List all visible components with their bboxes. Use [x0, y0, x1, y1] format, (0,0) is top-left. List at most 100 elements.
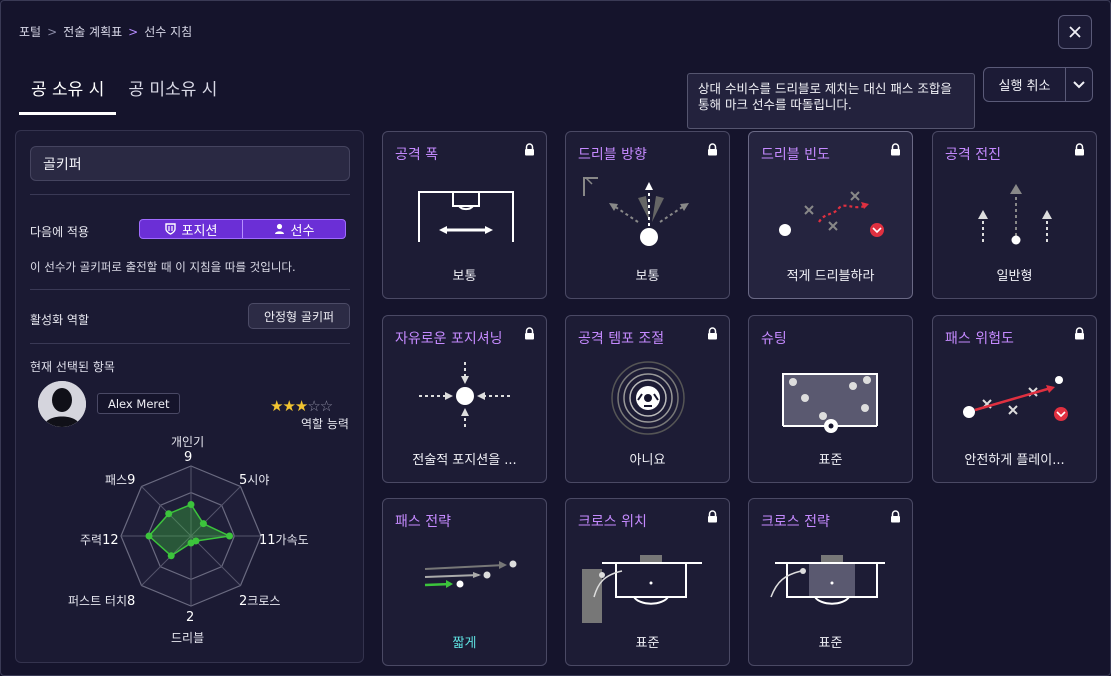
card-value: 표준 [635, 636, 660, 651]
radar-value-technique: 9 [184, 450, 193, 465]
apply-toggle: 포지션 선수 [139, 219, 346, 239]
radar-point-1 [199, 520, 207, 528]
role-ability-stars: ★★★☆☆ [270, 397, 333, 415]
lock-icon [708, 143, 717, 156]
lock-icon [708, 327, 717, 340]
card-value: 일반형 [996, 269, 1033, 284]
apply-position-option[interactable]: 포지션 [140, 220, 242, 238]
lock-icon [708, 510, 717, 523]
card-value: 짧게 [452, 636, 477, 651]
role-ability-label: 역할 능력 [301, 417, 349, 431]
dribble-frequency-diagram [779, 191, 884, 237]
card-dribble-direction[interactable]: 드리블 방향 보통 [565, 131, 730, 299]
cross-strategy-diagram [770, 555, 885, 605]
passing-risk-diagram [963, 376, 1068, 421]
undo-dropdown[interactable] [1066, 68, 1092, 101]
person-icon [274, 223, 284, 234]
shooting-diagram [782, 373, 878, 433]
apply-player-label: 선수 [290, 223, 315, 239]
card-title: 자유로운 포지셔닝 [395, 331, 503, 347]
card-title: 패스 위험도 [945, 331, 1014, 347]
free-positioning-diagram [419, 362, 511, 430]
radar-point-0 [187, 501, 195, 508]
chevron-right-icon: > [128, 24, 139, 39]
active-role-label: 활성화 역할 [30, 313, 90, 327]
breadcrumb-portal[interactable]: 포털 [19, 23, 41, 40]
radar-label-acceleration: 11가속도 [259, 533, 309, 548]
card-value: 보통 [452, 269, 477, 284]
card-title: 드리블 빈도 [761, 147, 830, 163]
active-role-button[interactable]: 안정형 골키퍼 [248, 303, 350, 329]
attacking-progression-diagram [978, 184, 1052, 245]
divider [30, 194, 350, 195]
lock-icon [1075, 327, 1084, 340]
card-passing-strategy[interactable]: 패스 전략 짧게 [382, 498, 547, 666]
card-value: 적게 드리블하라 [786, 269, 875, 284]
card-title: 슈팅 [761, 331, 787, 347]
card-value: 아니요 [629, 453, 666, 468]
radar-label-vision: 5시야 [239, 473, 270, 488]
radar-point-2 [226, 532, 233, 540]
radar-label-dribbling: 드리블 [171, 631, 205, 645]
card-title: 패스 전략 [395, 514, 451, 530]
tempo-control-diagram [611, 361, 685, 435]
instruction-tooltip: 상대 수비수를 드리블로 제치는 대신 패스 조합을 통해 마크 선수를 따돌립… [687, 73, 975, 129]
card-title: 공격 폭 [395, 147, 439, 163]
dribble-direction-diagram [583, 177, 689, 246]
card-value: 안전하게 플레이... [964, 453, 1065, 468]
cross-position-diagram [582, 555, 702, 623]
passing-strategy-diagram [424, 560, 517, 588]
card-attacking-progression[interactable]: 공격 전진 일반형 [932, 131, 1097, 299]
tab-in-possession[interactable]: 공 소유 시 [19, 67, 117, 115]
card-shooting[interactable]: 슈팅 표준 [748, 315, 913, 483]
card-title: 크로스 전략 [761, 514, 830, 530]
possession-tabs: 공 소유 시 공 미소유 시 [19, 67, 229, 115]
card-dribble-frequency[interactable]: 드리블 빈도 적게 드리블하라 [748, 131, 913, 299]
radar-label-pace: 주력12 [80, 533, 119, 548]
card-tempo-control[interactable]: 공격 템포 조절 아니요 [565, 315, 730, 483]
player-instructions-window: 포털 > 전술 계획표 > 선수 지침 공 소유 시 공 미소유 시 상대 수비… [0, 0, 1111, 676]
card-title: 드리블 방향 [578, 147, 647, 163]
card-value: 표준 [818, 636, 843, 651]
position-select[interactable]: 골키퍼 [30, 146, 350, 181]
breadcrumb-current: 선수 지침 [144, 25, 193, 39]
card-value: 보통 [635, 269, 660, 284]
radar-label-crossing: 2크로스 [239, 594, 281, 609]
breadcrumb: 포털 > 전술 계획표 > 선수 지침 [19, 23, 192, 40]
card-title: 크로스 위치 [578, 514, 647, 530]
radar-point-5 [167, 552, 175, 560]
card-value: 표준 [818, 453, 843, 468]
lock-icon [891, 143, 900, 156]
chevron-right-icon: > [47, 24, 58, 39]
undo-button[interactable]: 실행 취소 [983, 67, 1093, 102]
avatar [38, 381, 86, 427]
pitch-width-diagram [418, 191, 514, 242]
card-attacking-width[interactable]: 공격 폭 보통 [382, 131, 547, 299]
close-button[interactable] [1058, 15, 1092, 49]
card-value: 전술적 포지션을 ... [412, 453, 517, 468]
radar-label-first-touch: 퍼스트 터치8 [68, 594, 136, 609]
card-cross-strategy[interactable]: 크로스 전략 표준 [748, 498, 913, 666]
shield-icon [164, 223, 176, 235]
radar-point-7 [165, 510, 173, 518]
divider [30, 343, 350, 344]
lock-icon [1075, 143, 1084, 156]
player-panel: 골키퍼 다음에 적용 포지션 선수 이 선수가 골키퍼로 출전할 때 이 지침을… [15, 130, 364, 663]
radar-value-dribbling: 2 [186, 610, 195, 625]
undo-label[interactable]: 실행 취소 [984, 68, 1066, 101]
card-free-positioning[interactable]: 자유로운 포지셔닝 전술적 포지션을 ... [382, 315, 547, 483]
chevron-down-icon [1073, 80, 1085, 88]
apply-player-option[interactable]: 선수 [242, 220, 345, 238]
breadcrumb-tactics[interactable]: 전술 계획표 [63, 23, 122, 40]
divider [30, 289, 350, 290]
apply-label: 다음에 적용 [30, 225, 90, 239]
card-title: 공격 전진 [945, 147, 1001, 163]
radar-point-6 [145, 532, 153, 540]
card-cross-position[interactable]: 크로스 위치 표준 [565, 498, 730, 666]
close-icon [1069, 26, 1081, 38]
card-passing-risk[interactable]: 패스 위험도 안전하게 플레이... [932, 315, 1097, 483]
radar-point-4 [187, 539, 195, 547]
radar-label-passing: 패스9 [105, 473, 136, 488]
lock-icon [525, 143, 534, 156]
tab-out-of-possession[interactable]: 공 미소유 시 [116, 67, 229, 115]
